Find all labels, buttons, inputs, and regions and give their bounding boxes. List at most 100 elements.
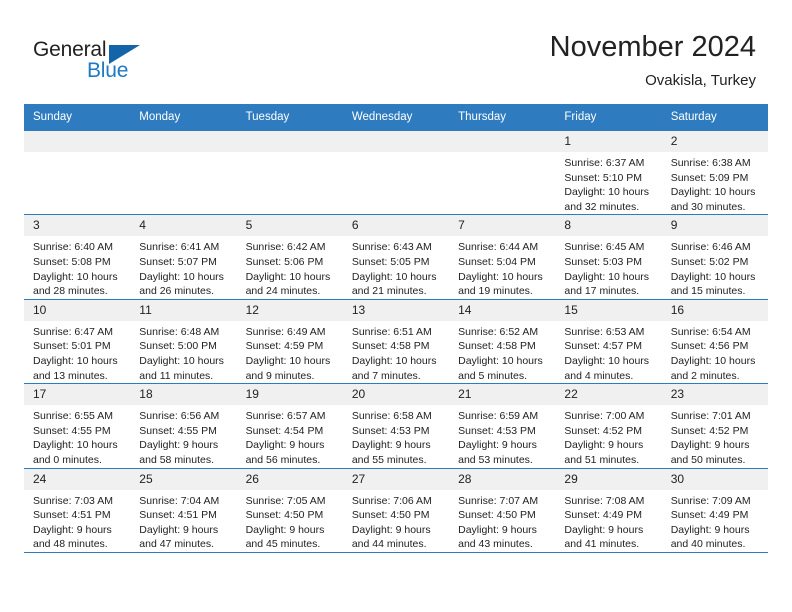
sunset-text: Sunset: 5:05 PM: [351, 255, 430, 268]
calendar-day-cell[interactable]: 11 Sunrise: 6:48 AM Sunset: 5:00 PM Dayligh…: [130, 298, 237, 384]
sunset-text: Sunset: 5:03 PM: [564, 255, 643, 268]
daylight-text: Daylight: 10 hours and 32 minutes.: [564, 186, 650, 213]
daylight-text: Daylight: 10 hours and 0 minutes.: [33, 439, 118, 466]
sunrise-text: Sunrise: 6:52 AM: [458, 325, 539, 338]
daylight-text: Daylight: 10 hours and 13 minutes.: [33, 354, 118, 382]
weekday-header-sunday: Sunday: [24, 104, 131, 131]
daylight-text: Daylight: 9 hours and 43 minutes.: [458, 523, 537, 551]
calendar-day-cell[interactable]: 23 Sunrise: 7:01 AM Sunset: 4:52 PM Dayligh…: [661, 383, 768, 468]
day-details: Sunrise: 6:53 AM Sunset: 4:57 PM Daylight:…: [555, 321, 661, 383]
calendar-day-cell[interactable]: 25 Sunrise: 7:04 AM Sunset: 4:51 PM Dayligh…: [130, 467, 237, 553]
day-number: 14: [449, 299, 556, 321]
sunrise-text: Sunrise: 6:47 AM: [33, 325, 113, 338]
day-details: Sunrise: 6:59 AM Sunset: 4:53 PM Daylight:…: [449, 405, 555, 467]
sunrise-text: Sunrise: 6:37 AM: [564, 157, 645, 169]
daylight-text: Daylight: 10 hours and 26 minutes.: [139, 270, 224, 298]
day-number: 27: [342, 468, 450, 490]
day-details: Sunrise: 6:42 AM Sunset: 5:06 PM Daylight:…: [237, 236, 343, 298]
day-details: Sunrise: 6:48 AM Sunset: 5:00 PM Daylight:…: [130, 321, 236, 383]
weekday-header-thursday: Thursday: [449, 104, 556, 131]
calendar-day-cell[interactable]: 10 Sunrise: 6:47 AM Sunset: 5:01 PM Dayligh…: [24, 298, 131, 384]
daylight-text: Daylight: 10 hours and 4 minutes.: [564, 354, 650, 382]
sunrise-text: Sunrise: 7:05 AM: [245, 494, 326, 507]
calendar-week-row: 3 Sunrise: 6:40 AM Sunset: 5:08 PM Daylight…: [24, 214, 768, 300]
calendar-day-cell[interactable]: 20 Sunrise: 6:58 AM Sunset: 4:53 PM Dayligh…: [342, 383, 450, 468]
sunrise-text: Sunrise: 6:40 AM: [33, 241, 113, 254]
calendar-day-cell[interactable]: 13 Sunrise: 6:51 AM Sunset: 4:58 PM Dayligh…: [342, 298, 450, 384]
calendar-day-cell[interactable]: 29 Sunrise: 7:08 AM Sunset: 4:49 PM Dayligh…: [555, 467, 662, 553]
sunrise-text: Sunrise: 7:01 AM: [670, 410, 751, 423]
day-details: Sunrise: 6:52 AM Sunset: 4:58 PM Daylight:…: [449, 321, 555, 383]
day-details: Sunrise: 7:09 AM Sunset: 4:49 PM Daylight:…: [662, 490, 768, 552]
calendar-day-cell[interactable]: 14 Sunrise: 6:52 AM Sunset: 4:58 PM Dayligh…: [449, 298, 556, 384]
calendar-day-cell[interactable]: 21 Sunrise: 6:59 AM Sunset: 4:53 PM Dayligh…: [449, 383, 556, 468]
calendar-cell-empty: [236, 129, 343, 215]
day-number: 13: [342, 299, 450, 321]
day-number: 29: [555, 468, 662, 490]
calendar-day-cell[interactable]: 8 Sunrise: 6:45 AM Sunset: 5:03 PM Daylight…: [555, 214, 662, 300]
weekday-header-tuesday: Tuesday: [236, 104, 343, 131]
calendar-day-cell[interactable]: 19 Sunrise: 6:57 AM Sunset: 4:54 PM Dayligh…: [236, 383, 343, 468]
calendar-day-cell[interactable]: 5 Sunrise: 6:42 AM Sunset: 5:06 PM Daylight…: [236, 214, 343, 300]
day-number: 19: [236, 384, 343, 406]
day-number: [130, 131, 237, 152]
sunrise-text: Sunrise: 6:51 AM: [351, 325, 432, 338]
day-details: Sunrise: 6:37 AM Sunset: 5:10 PM Daylight:…: [555, 152, 661, 214]
calendar-day-cell[interactable]: 17 Sunrise: 6:55 AM Sunset: 4:55 PM Dayligh…: [24, 383, 131, 468]
calendar-day-cell[interactable]: 1 Sunrise: 6:37 AM Sunset: 5:10 PM Daylight…: [555, 129, 662, 215]
day-details: Sunrise: 6:40 AM Sunset: 5:08 PM Daylight:…: [24, 236, 130, 298]
calendar-day-cell[interactable]: 6 Sunrise: 6:43 AM Sunset: 5:05 PM Daylight…: [342, 214, 450, 300]
calendar-day-cell[interactable]: 9 Sunrise: 6:46 AM Sunset: 5:02 PM Daylight…: [661, 214, 768, 300]
calendar-week-row: 24 Sunrise: 7:03 AM Sunset: 4:51 PM Dayligh…: [24, 467, 768, 553]
daylight-text: Daylight: 10 hours and 2 minutes.: [670, 354, 756, 382]
page-subtitle: Ovakisla, Turkey: [645, 72, 756, 89]
day-details: Sunrise: 6:41 AM Sunset: 5:07 PM Daylight:…: [130, 236, 236, 298]
general-blue-logo[interactable]: General Blue: [33, 38, 163, 84]
calendar-day-cell[interactable]: 26 Sunrise: 7:05 AM Sunset: 4:50 PM Dayligh…: [236, 467, 343, 553]
day-details: Sunrise: 7:08 AM Sunset: 4:49 PM Daylight:…: [555, 490, 661, 552]
calendar-day-cell[interactable]: 16 Sunrise: 6:54 AM Sunset: 4:56 PM Dayligh…: [661, 298, 768, 384]
sunrise-text: Sunrise: 6:49 AM: [245, 325, 326, 338]
sunset-text: Sunset: 4:50 PM: [245, 509, 324, 522]
sunrise-text: Sunrise: 6:54 AM: [670, 325, 751, 338]
day-number: 11: [130, 299, 237, 321]
daylight-text: Daylight: 9 hours and 40 minutes.: [670, 523, 750, 551]
sunset-text: Sunset: 4:55 PM: [33, 424, 111, 437]
day-number: [24, 131, 131, 152]
sunrise-text: Sunrise: 6:58 AM: [351, 410, 432, 423]
calendar-day-cell[interactable]: 18 Sunrise: 6:56 AM Sunset: 4:55 PM Dayligh…: [130, 383, 237, 468]
day-number: 9: [661, 215, 768, 237]
calendar-day-cell[interactable]: 15 Sunrise: 6:53 AM Sunset: 4:57 PM Dayligh…: [555, 298, 662, 384]
calendar-cell-empty: [130, 129, 237, 215]
sunrise-text: Sunrise: 7:09 AM: [670, 494, 751, 507]
sunset-text: Sunset: 4:54 PM: [245, 424, 324, 437]
day-number: 5: [236, 215, 343, 237]
calendar-day-cell[interactable]: 12 Sunrise: 6:49 AM Sunset: 4:59 PM Dayligh…: [236, 298, 343, 384]
calendar-cell-empty: [449, 129, 556, 215]
page-title: November 2024: [549, 31, 756, 63]
calendar-day-cell[interactable]: 27 Sunrise: 7:06 AM Sunset: 4:50 PM Dayligh…: [342, 467, 450, 553]
sunset-text: Sunset: 4:51 PM: [33, 509, 111, 522]
calendar-week-row: 17 Sunrise: 6:55 AM Sunset: 4:55 PM Dayligh…: [24, 383, 768, 468]
sunset-text: Sunset: 4:50 PM: [351, 509, 430, 522]
day-number: 17: [24, 384, 131, 406]
day-number: [449, 131, 556, 152]
calendar-grid: Sunday Monday Tuesday Wednesday Thursday…: [24, 104, 768, 553]
sunset-text: Sunset: 5:04 PM: [458, 255, 536, 268]
sunrise-text: Sunrise: 6:38 AM: [670, 157, 751, 169]
calendar-day-cell[interactable]: 2 Sunrise: 6:38 AM Sunset: 5:09 PM Daylight…: [661, 129, 768, 215]
calendar-day-cell[interactable]: 4 Sunrise: 6:41 AM Sunset: 5:07 PM Daylight…: [130, 214, 237, 300]
calendar-day-cell[interactable]: 22 Sunrise: 7:00 AM Sunset: 4:52 PM Dayligh…: [555, 383, 662, 468]
calendar-day-cell[interactable]: 3 Sunrise: 6:40 AM Sunset: 5:08 PM Daylight…: [24, 214, 131, 300]
sunset-text: Sunset: 5:07 PM: [139, 255, 217, 268]
calendar-header-row: Sunday Monday Tuesday Wednesday Thursday…: [24, 104, 768, 131]
calendar-day-cell[interactable]: 28 Sunrise: 7:07 AM Sunset: 4:50 PM Dayligh…: [449, 467, 556, 553]
sunrise-text: Sunrise: 6:56 AM: [139, 410, 220, 423]
sunset-text: Sunset: 4:57 PM: [564, 340, 643, 353]
calendar-day-cell[interactable]: 7 Sunrise: 6:44 AM Sunset: 5:04 PM Daylight…: [449, 214, 556, 300]
daylight-text: Daylight: 10 hours and 5 minutes.: [458, 354, 543, 382]
calendar-day-cell[interactable]: 30 Sunrise: 7:09 AM Sunset: 4:49 PM Dayligh…: [661, 467, 768, 553]
calendar-day-cell[interactable]: 24 Sunrise: 7:03 AM Sunset: 4:51 PM Dayligh…: [24, 467, 131, 553]
day-number: 8: [555, 215, 662, 237]
day-details: Sunrise: 7:04 AM Sunset: 4:51 PM Daylight:…: [130, 490, 236, 552]
